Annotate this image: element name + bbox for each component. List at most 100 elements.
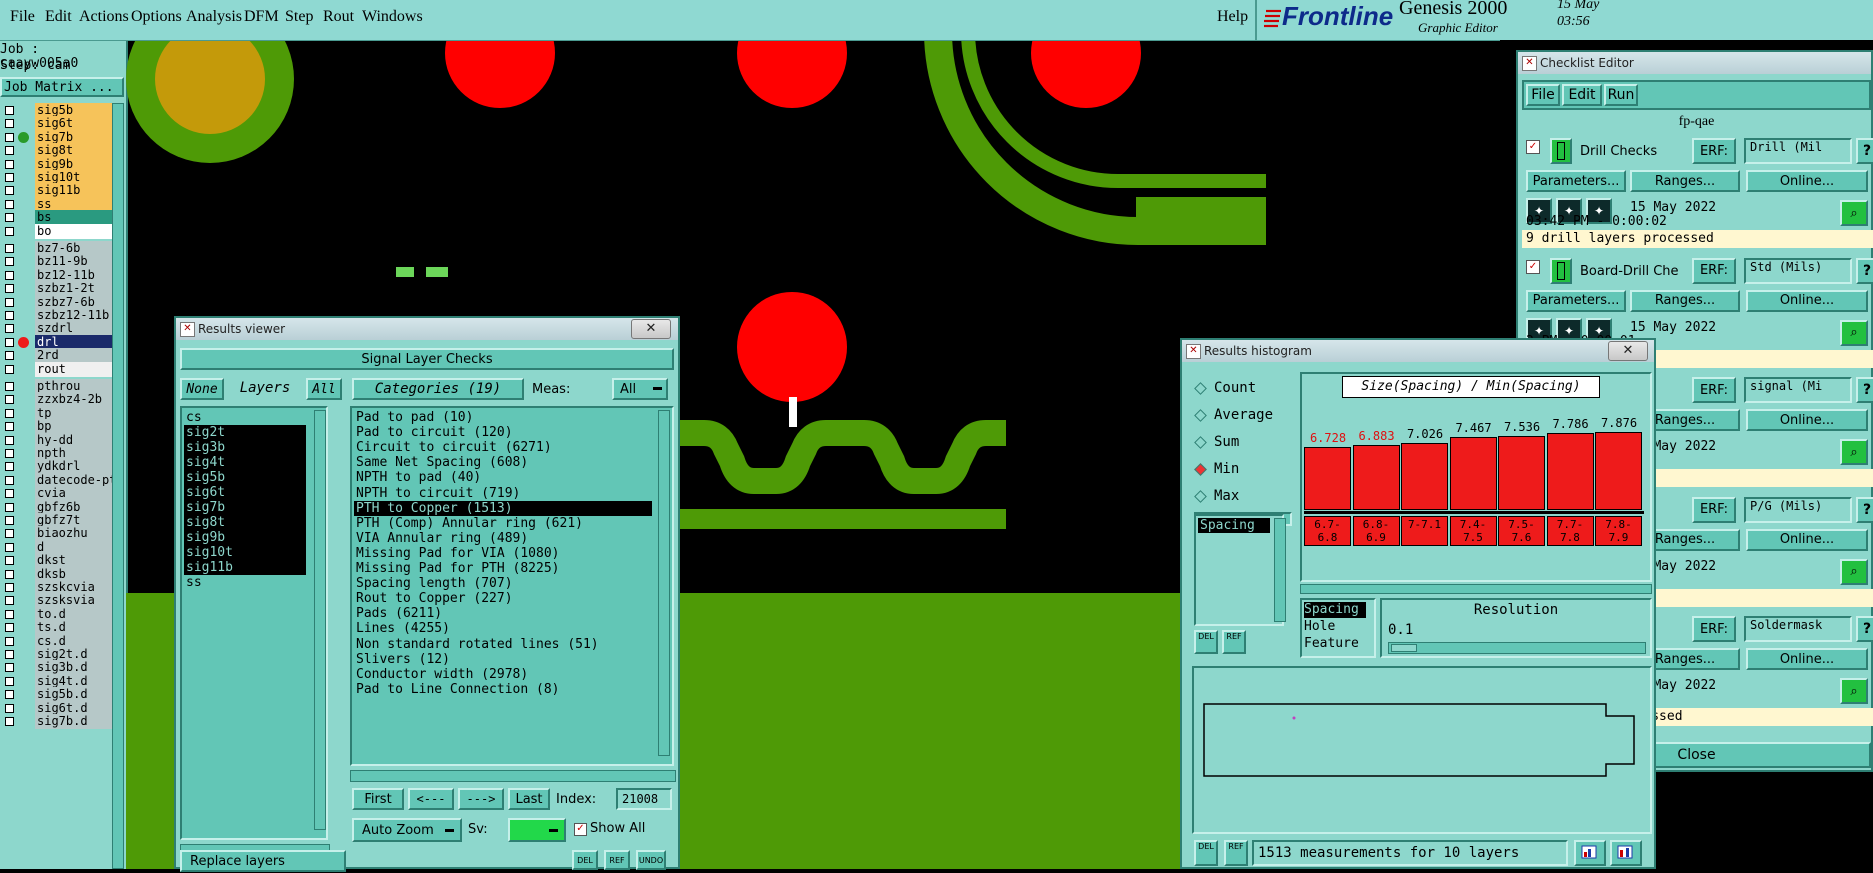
checklist-menu-file[interactable]: File: [1526, 84, 1560, 106]
layer-list-item[interactable]: sig11b: [184, 560, 306, 575]
erf-value[interactable]: signal (Mi: [1744, 377, 1852, 403]
categories-list-scrollbar[interactable]: [658, 410, 670, 756]
erf-value[interactable]: Drill (Mil: [1744, 138, 1852, 164]
category-list-item[interactable]: Conductor width (2978): [354, 667, 652, 682]
layer-checkbox[interactable]: [5, 650, 14, 659]
histogram-bar[interactable]: [1304, 447, 1351, 510]
menu-step[interactable]: Step: [285, 8, 313, 26]
histogram-ref-button[interactable]: REF: [1222, 630, 1246, 654]
layer-checkbox[interactable]: [5, 186, 14, 196]
layer-list-item[interactable]: cs: [184, 410, 306, 425]
category-list-item[interactable]: NPTH to circuit (719): [354, 486, 652, 501]
layer-list-item[interactable]: sig5b: [184, 470, 306, 485]
layer-checkbox[interactable]: [5, 244, 14, 253]
preview-ref-button[interactable]: REF: [1224, 840, 1248, 866]
layer-checkbox[interactable]: [5, 435, 14, 445]
action-status-icon[interactable]: [1550, 257, 1572, 284]
online-button[interactable]: Online...: [1746, 409, 1868, 431]
erf-button[interactable]: ERF:: [1692, 616, 1736, 642]
close-icon[interactable]: ✕: [1608, 341, 1648, 361]
zoom-results-icon[interactable]: ⌕: [1840, 200, 1868, 226]
layer-row[interactable]: rout: [0, 361, 119, 378]
layer-checkbox[interactable]: [5, 717, 14, 726]
category-list-item[interactable]: Missing Pad for VIA (1080): [354, 546, 652, 561]
layer-checkbox[interactable]: [5, 132, 14, 142]
menu-actions[interactable]: Actions: [79, 8, 129, 26]
index-input[interactable]: 21008: [616, 788, 672, 810]
category-list-item[interactable]: Pads (6211): [354, 606, 652, 621]
layer-checkbox[interactable]: [5, 690, 14, 700]
layers-list-scrollbar[interactable]: [314, 410, 326, 830]
all-button[interactable]: All: [306, 378, 342, 400]
type-list[interactable]: Spacing Hole Feature: [1300, 598, 1376, 658]
layer-list-item[interactable]: ss: [184, 575, 306, 590]
meas-dropdown[interactable]: All: [612, 378, 668, 400]
erf-value[interactable]: P/G (Mils): [1744, 496, 1852, 523]
layer-checkbox[interactable]: [5, 663, 14, 673]
menu-edit[interactable]: Edit: [45, 8, 72, 26]
category-list-item[interactable]: Pad to Line Connection (8): [354, 682, 652, 697]
layer-checkbox[interactable]: [5, 449, 14, 458]
category-list-item[interactable]: Same Net Spacing (608): [354, 455, 652, 470]
menu-dfm[interactable]: DFM: [244, 8, 279, 26]
help-icon[interactable]: ?: [1856, 377, 1873, 403]
statistic-option-average[interactable]: Average: [1192, 405, 1290, 427]
layer-checkbox[interactable]: [5, 529, 14, 539]
layer-checkbox[interactable]: [5, 569, 14, 579]
histogram-bar[interactable]: [1498, 436, 1545, 510]
erf-button[interactable]: ERF:: [1692, 496, 1736, 523]
first-button[interactable]: First: [352, 788, 404, 810]
auto-zoom-dropdown[interactable]: Auto Zoom: [352, 818, 462, 842]
none-button[interactable]: None: [180, 378, 224, 400]
category-list-item[interactable]: PTH to Copper (1513): [354, 500, 652, 516]
online-button[interactable]: Online...: [1746, 528, 1868, 551]
layer-checkbox[interactable]: [5, 583, 14, 592]
prev-button[interactable]: <---: [408, 788, 454, 810]
category-list-item[interactable]: Pad to pad (10): [354, 410, 652, 425]
erf-button[interactable]: ERF:: [1692, 257, 1736, 284]
categories-list[interactable]: Pad to pad (10) Pad to circuit (120) Circu…: [350, 406, 674, 766]
help-icon[interactable]: ?: [1856, 138, 1873, 164]
action-enabled-checkbox[interactable]: ✓: [1526, 259, 1540, 274]
ranges-button[interactable]: Ranges...: [1630, 289, 1740, 312]
category-list-item[interactable]: Slivers (12): [354, 652, 652, 667]
zoom-results-icon[interactable]: ⌕: [1840, 558, 1868, 585]
measure-list-item[interactable]: Spacing: [1198, 518, 1270, 533]
category-list-item[interactable]: Rout to Copper (227): [354, 591, 652, 606]
checklist-menu-edit[interactable]: Edit: [1562, 84, 1602, 106]
layer-checkbox[interactable]: [5, 676, 14, 686]
layer-list-item[interactable]: sig7b: [184, 500, 306, 515]
layer-list-item[interactable]: sig3b: [184, 440, 306, 455]
parameters-button[interactable]: Parameters...: [1526, 170, 1626, 192]
layer-list-item[interactable]: sig4t: [184, 455, 306, 470]
layer-list-item[interactable]: sig9b: [184, 530, 306, 545]
zoom-results-icon[interactable]: ⌕: [1840, 678, 1868, 704]
histogram-titlebar[interactable]: ✕ Results histogram ✕: [1182, 340, 1654, 362]
ranges-button[interactable]: Ranges...: [1630, 170, 1740, 192]
histogram-chart-icon[interactable]: [1610, 840, 1642, 866]
layers-list[interactable]: cs sig2t sig3b sig4t sig5b sig6t sig7b sig8t sig…: [180, 406, 328, 840]
online-button[interactable]: Online...: [1746, 170, 1868, 192]
resolution-slider-thumb[interactable]: [1391, 644, 1417, 652]
category-list-item[interactable]: VIA Annular ring (489): [354, 531, 652, 546]
online-button[interactable]: Online...: [1746, 289, 1868, 312]
layer-checkbox[interactable]: [5, 556, 14, 566]
layer-checkbox[interactable]: [5, 324, 14, 334]
category-list-item[interactable]: Pad to circuit (120): [354, 425, 652, 440]
layer-checkbox[interactable]: [5, 146, 14, 156]
layer-checkbox[interactable]: [5, 475, 14, 485]
help-icon[interactable]: ?: [1856, 496, 1873, 523]
layer-checkbox[interactable]: [5, 257, 14, 267]
layer-list-item[interactable]: sig10t: [184, 545, 306, 560]
layer-list-item[interactable]: sig8t: [184, 515, 306, 530]
sv-dropdown[interactable]: [508, 818, 566, 842]
erf-button[interactable]: ERF:: [1692, 377, 1736, 403]
layer-list-item[interactable]: sig2t: [184, 425, 306, 440]
undo-button[interactable]: UNDO: [636, 850, 666, 870]
online-button[interactable]: Online...: [1746, 648, 1868, 670]
layer-checkbox[interactable]: [5, 106, 14, 115]
resolution-slider[interactable]: [1388, 642, 1646, 654]
layer-checkbox[interactable]: [5, 364, 14, 374]
layer-checkbox[interactable]: [5, 609, 14, 619]
menu-rout[interactable]: Rout: [323, 8, 354, 26]
